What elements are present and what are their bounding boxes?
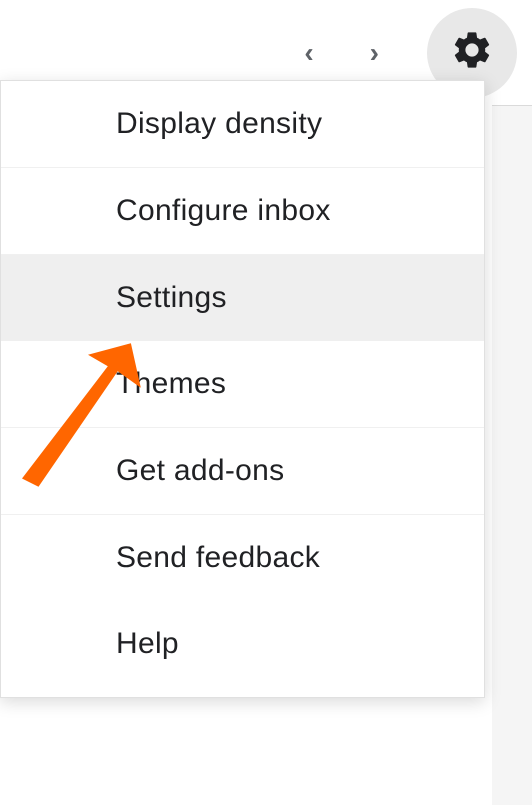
- menu-item-configure-inbox[interactable]: Configure inbox: [1, 168, 484, 254]
- menu-group: Configure inbox: [1, 168, 484, 255]
- nav-prev-button[interactable]: ‹: [296, 29, 321, 77]
- top-bar: ‹ ›: [0, 0, 532, 90]
- background-strip: [492, 105, 532, 805]
- menu-group: Get add-ons: [1, 428, 484, 515]
- settings-dropdown-menu: Display density Configure inbox Settings…: [0, 80, 485, 698]
- menu-item-display-density[interactable]: Display density: [1, 81, 484, 167]
- menu-group: Display density: [1, 81, 484, 168]
- menu-item-settings[interactable]: Settings: [1, 255, 484, 341]
- menu-item-get-addons[interactable]: Get add-ons: [1, 428, 484, 514]
- menu-group: Settings: [1, 255, 484, 341]
- menu-group: Send feedback Help: [1, 515, 484, 697]
- menu-item-help[interactable]: Help: [1, 601, 484, 687]
- menu-item-send-feedback[interactable]: Send feedback: [1, 515, 484, 601]
- nav-next-button[interactable]: ›: [362, 29, 387, 77]
- gear-icon: [450, 28, 494, 77]
- menu-group: Themes: [1, 341, 484, 428]
- menu-item-themes[interactable]: Themes: [1, 341, 484, 427]
